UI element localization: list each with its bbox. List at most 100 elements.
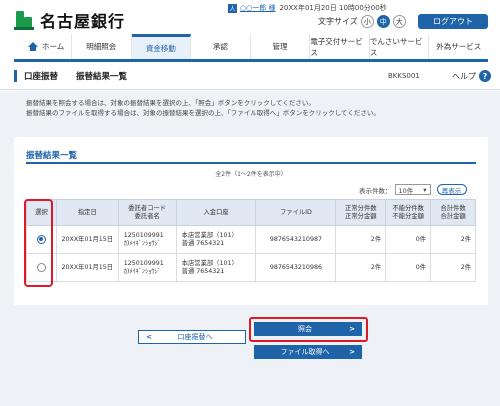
chevron-down-icon: ▾ [423,185,427,194]
file-id-cell: 9876543210986 [255,253,337,282]
account-cell: 本店営業部（101） 普通 7654321 [175,225,257,254]
col-unpaid-amount: 不能分金額 [392,212,424,220]
account-number: 普通 7654321 [181,267,225,275]
file-download-button[interactable]: ファイル取得へ > [254,345,362,359]
table-row[interactable]: 20XX年01月15日 1250109991 ｶ)ﾒｲｷﾞﾝｼｮｳｼﾞ 本店営業… [26,225,476,254]
page-title-bar: 口座振替 振替結果一覧 BKKS001 ヘルプ ? [0,62,500,90]
nav-item-approval[interactable]: 承認 [191,34,251,59]
section-divider [26,162,476,164]
client-cell: 1250109991 ｶ)ﾒｲｷﾞﾝｼｮｳｼﾞ [117,225,177,254]
normal-cell: 2件 [335,225,387,254]
col-total-count: 合計件数 [440,204,466,212]
chevron-right-icon: > [349,325,355,333]
help-icon: ? [479,70,491,82]
account-branch: 本店営業部（101） [181,259,238,267]
font-size-small-button[interactable]: 小 [360,15,374,28]
date-cell: 20XX年01月15日 [55,253,119,282]
select-radio[interactable] [36,262,46,272]
table-header-row: 選択 指定日 委託者コード 委託者名 入金口座 ファイルID 正常分件数 正常分… [26,199,476,226]
global-nav: ホーム 明細照会 資金移動 承認 管理 電子交付サービス でんさいサービス 外為… [14,34,488,62]
display-count-label: 表示件数： [359,186,392,195]
select-cell[interactable] [26,253,57,282]
back-button-label: 口座振替へ [177,333,213,341]
font-size-control: 文字サイズ 小 中 大 [318,15,406,28]
last-login-time: 20XX年01月20日 10時00分00秒 [279,4,387,12]
col-account: 入金口座 [175,199,257,226]
col-client: 委託者コード 委託者名 [117,199,177,226]
results-card: 振替結果一覧 全2件（1〜2件を表示中） 表示件数： 10件 ▾ 再表示 選択 … [14,137,488,305]
confirm-button-label: 照会 [298,325,312,333]
client-code: 1250109991 [123,231,164,239]
nav-item-label: ホーム [42,42,65,51]
display-count-value: 10件 [398,186,414,195]
nav-item-home[interactable]: ホーム [14,34,72,59]
chevron-left-icon: < [146,333,152,341]
chevron-right-icon: > [349,348,355,356]
client-name: ｶ)ﾒｲｷﾞﾝｼｮｳｼﾞ [123,267,161,275]
col-normal: 正常分件数 正常分金額 [335,199,387,226]
col-normal-amount: 正常分金額 [345,212,377,220]
bank-logo-icon [14,10,34,30]
instruction-line: 振替結果を照会する場合は、対象の振替結果を選択の上、「照会」ボタンをクリックして… [26,99,315,107]
user-icon: 人 [228,3,237,13]
normal-cell: 2件 [335,253,387,282]
file-id-cell: 9876543210987 [255,225,337,254]
select-radio[interactable] [36,234,46,244]
results-table: 選択 指定日 委託者コード 委託者名 入金口座 ファイルID 正常分件数 正常分… [26,199,476,282]
unpaid-cell: 0件 [385,225,432,254]
font-size-label: 文字サイズ [318,17,358,26]
nav-item-e-delivery[interactable]: 電子交付サービス [310,34,370,59]
file-button-label: ファイル取得へ [280,348,330,356]
back-to-transfer-button[interactable]: < 口座振替へ [138,330,246,344]
nav-item-label: 外為サービス [436,42,482,51]
help-link[interactable]: ヘルプ ? [452,70,491,82]
col-unpaid-count: 不能分件数 [392,204,424,212]
user-info: 人 ○○一郎 様 20XX年01月20日 10時00分00秒 [228,2,387,14]
display-count-select[interactable]: 10件 ▾ [394,184,431,195]
col-client-code: 委託者コード [128,204,167,212]
account-branch: 本店営業部（101） [181,231,238,239]
page-title: 振替結果一覧 [76,72,128,82]
logout-button[interactable]: ログアウト [418,14,488,29]
select-cell[interactable] [26,225,57,254]
help-label: ヘルプ [452,71,476,81]
nav-item-statements[interactable]: 明細照会 [72,34,132,59]
page-category: 口座振替 [24,72,59,82]
instructions: 振替結果を照会する場合は、対象の振替結果を選択の上、「照会」ボタンをクリックして… [26,98,380,118]
font-size-large-button[interactable]: 大 [392,15,406,28]
nav-item-label: 明細照会 [86,42,117,51]
account-cell: 本店営業部（101） 普通 7654321 [175,253,257,282]
user-name[interactable]: ○○一郎 様 [240,3,275,13]
unpaid-cell: 0件 [385,253,432,282]
nav-item-fund-transfer[interactable]: 資金移動 [131,34,192,59]
date-cell: 20XX年01月15日 [55,225,119,254]
home-icon [28,42,38,51]
main-content: 振替結果を照会する場合は、対象の振替結果を選択の上、「照会」ボタンをクリックして… [0,91,500,406]
nav-item-label: 管理 [272,42,288,51]
account-number: 普通 7654321 [181,239,225,247]
col-select: 選択 [26,199,57,226]
nav-item-label: 資金移動 [145,43,176,53]
bank-name: 名古屋銀行 [40,12,126,31]
nav-item-label: 承認 [212,42,228,51]
col-file-id: ファイルID [255,199,337,226]
confirm-button[interactable]: 照会 > [254,322,362,336]
nav-item-densai[interactable]: でんさいサービス [370,34,430,59]
instruction-line: 振替結果のファイルを取得する場合は、対象の振替結果を選択の上、「ファイル取得へ」… [26,109,380,117]
table-row[interactable]: 20XX年01月15日 1250109991 ｶ)ﾒｲｷﾞﾝｼｮｳｼﾞ 本店営業… [26,253,476,282]
screen-id: BKKS001 [388,72,420,80]
total-cell: 2件 [430,253,476,282]
nav-item-admin[interactable]: 管理 [251,34,311,59]
client-cell: 1250109991 ｶ)ﾒｲｷﾞﾝｼｮｳｼﾞ [117,253,177,282]
col-total-amount: 合計金額 [440,212,466,220]
col-date: 指定日 [55,199,119,226]
redisplay-button[interactable]: 再表示 [436,184,467,195]
nav-item-forex[interactable]: 外為サービス [429,34,488,59]
font-size-medium-button[interactable]: 中 [376,15,390,28]
col-unpaid: 不能分件数 不能分金額 [385,199,432,226]
nav-item-label: 電子交付サービス [310,36,363,57]
display-count-row: 表示件数： 10件 ▾ 再表示 [359,184,467,195]
bank-logo: 名古屋銀行 [14,8,125,32]
client-name: ｶ)ﾒｲｷﾞﾝｼｮｳｼﾞ [123,239,161,247]
col-total: 合計件数 合計金額 [430,199,476,226]
